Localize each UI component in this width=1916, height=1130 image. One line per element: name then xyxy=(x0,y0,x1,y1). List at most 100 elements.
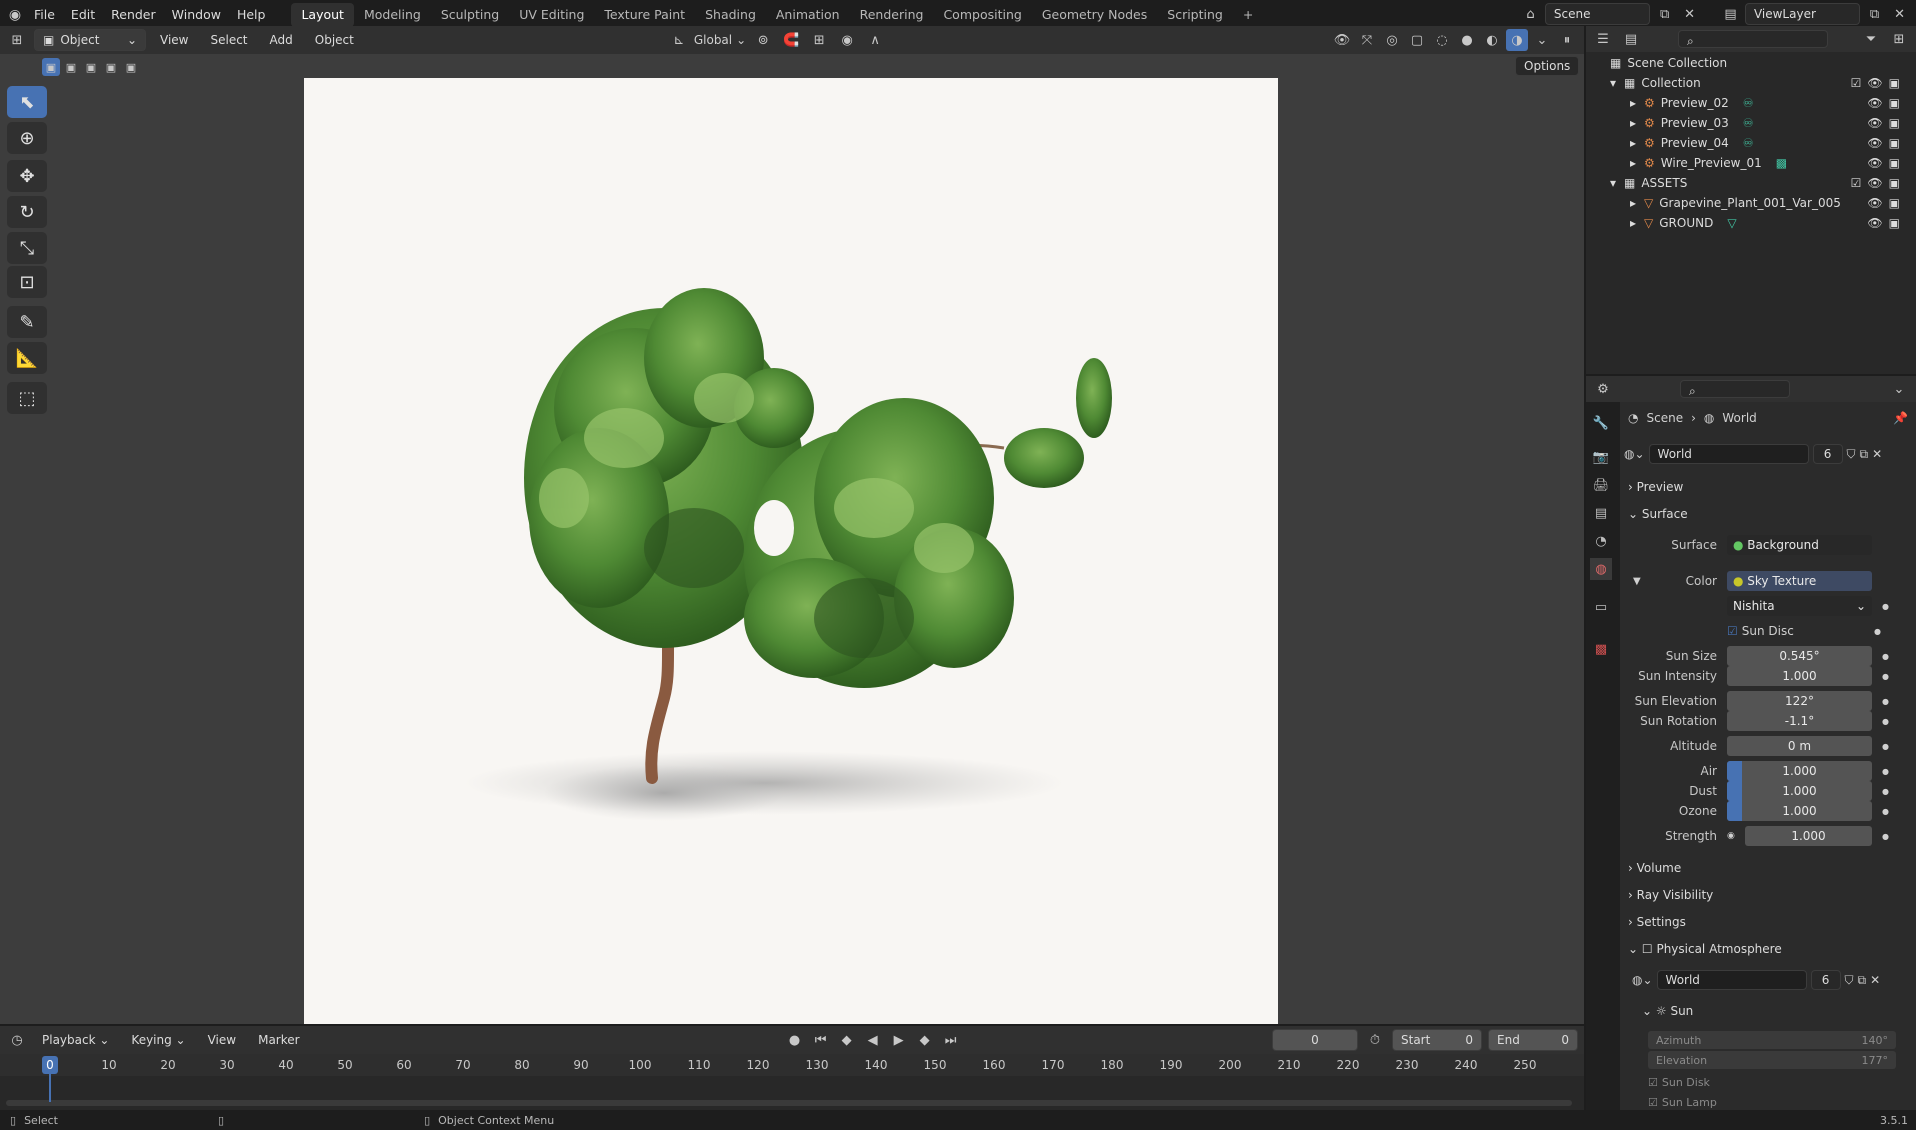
viewport[interactable]: ▣ ▣ ▣ ▣ ▣ Options xyxy=(0,54,1584,1024)
eye-icon[interactable]: 👁 xyxy=(1867,116,1882,130)
menu-view[interactable]: View xyxy=(152,29,196,51)
material-shading-icon[interactable]: ◐ xyxy=(1481,29,1503,51)
camera-icon[interactable]: ▣ xyxy=(1889,76,1900,90)
pin-icon[interactable]: 📌 xyxy=(1893,411,1908,425)
transform-tool[interactable]: ⊡ xyxy=(7,266,47,298)
checkbox-icon[interactable]: ☐ xyxy=(1642,942,1657,956)
camera-icon[interactable]: ▣ xyxy=(1889,96,1900,110)
select-extend-icon[interactable]: ▣ xyxy=(62,58,80,76)
keyframe-dot-icon[interactable]: ● xyxy=(1874,627,1881,636)
tab-shading[interactable]: Shading xyxy=(695,3,766,27)
tab-modeling[interactable]: Modeling xyxy=(354,3,431,27)
menu-object[interactable]: Object xyxy=(307,29,362,51)
tab-render[interactable]: 📷 xyxy=(1590,446,1612,468)
editor-type-icon[interactable]: ⚙ xyxy=(1592,378,1614,400)
delete-viewlayer-icon[interactable]: ✕ xyxy=(1889,3,1910,25)
properties-search[interactable]: ⌕ xyxy=(1680,380,1790,398)
gizmo-icon[interactable]: ⤧ xyxy=(1356,29,1378,51)
surface-shader-field[interactable]: ● Background xyxy=(1727,535,1872,555)
start-frame-field[interactable]: Start 0 xyxy=(1392,1029,1482,1051)
move-tool[interactable]: ✥ xyxy=(7,160,47,192)
tab-collection[interactable]: ▭ xyxy=(1590,596,1612,618)
chevron-down-icon[interactable]: ⌄ xyxy=(1888,378,1910,400)
scale-tool[interactable]: ⤡ xyxy=(7,232,47,264)
xray-icon[interactable]: ▢ xyxy=(1406,29,1428,51)
tab-scripting[interactable]: Scripting xyxy=(1157,3,1233,27)
filter-icon[interactable]: ⏷ xyxy=(1860,28,1882,50)
overlay-icon[interactable]: ◎ xyxy=(1381,29,1403,51)
camera-icon[interactable]: ▣ xyxy=(1889,156,1900,170)
elevation-field[interactable]: Elevation 177° xyxy=(1648,1051,1896,1069)
chevron-down-icon[interactable]: ⌄ xyxy=(1531,29,1553,51)
close-icon[interactable]: ✕ xyxy=(1870,973,1880,987)
select-subtract-icon[interactable]: ▣ xyxy=(82,58,100,76)
outliner-item-ground[interactable]: ▸ ▽ GROUND ▽ 👁 ▣ xyxy=(1588,213,1908,233)
prop-value-field[interactable]: 1.000 xyxy=(1727,761,1872,781)
prop-value-field[interactable]: 122° xyxy=(1727,691,1872,711)
tab-output[interactable]: 🖨 xyxy=(1590,474,1612,496)
eye-icon[interactable]: 👁 xyxy=(1867,76,1882,90)
timeline-scrollbar[interactable] xyxy=(6,1100,1572,1106)
strength-field[interactable]: 1.000 xyxy=(1745,826,1872,846)
eye-icon[interactable]: 👁 xyxy=(1867,136,1882,150)
sky-type-dropdown[interactable]: Nishita ⌄ xyxy=(1727,596,1872,616)
keyframe-dot-icon[interactable]: ● xyxy=(1882,767,1889,776)
annotate-tool[interactable]: ✎ xyxy=(7,306,47,338)
keyframe-dot-icon[interactable]: ● xyxy=(1882,672,1889,681)
display-mode-icon[interactable]: ▤ xyxy=(1620,28,1642,50)
tab-view-layer[interactable]: ▤ xyxy=(1590,502,1612,524)
menu-keying[interactable]: Keying ⌄ xyxy=(123,1029,193,1051)
keyframe-dot-icon[interactable]: ● xyxy=(1882,832,1889,841)
outliner-search[interactable]: ⌕ xyxy=(1678,30,1828,48)
eye-icon[interactable]: 👁 xyxy=(1867,216,1882,230)
eye-icon[interactable]: 👁 xyxy=(1867,96,1882,110)
tab-animation[interactable]: Animation xyxy=(766,3,850,27)
section-volume[interactable]: › Volume xyxy=(1628,856,1910,880)
outliner-item-wire-preview-01[interactable]: ▸ ⚙ Wire_Preview_01 ▩ 👁 ▣ xyxy=(1588,153,1908,173)
outliner-item-preview-02[interactable]: ▸ ⚙ Preview_02 ♾ 👁 ▣ xyxy=(1588,93,1908,113)
camera-icon[interactable]: ▣ xyxy=(1889,136,1900,150)
tab-tool[interactable]: 🔧 xyxy=(1590,412,1612,434)
rendered-shading-icon[interactable]: ◑ xyxy=(1506,29,1528,51)
current-frame-field[interactable]: 0 xyxy=(1272,1029,1358,1051)
tab-world[interactable]: ◍ xyxy=(1590,558,1612,580)
cursor-tool[interactable]: ⊕ xyxy=(7,122,47,154)
end-frame-field[interactable]: End 0 xyxy=(1488,1029,1578,1051)
camera-icon[interactable]: ▣ xyxy=(1889,176,1900,190)
scene-name-field[interactable]: Scene xyxy=(1544,3,1651,25)
viewlayer-selector[interactable]: ▤ ViewLayer ⧉ ✕ xyxy=(1720,3,1910,25)
checkbox-icon[interactable]: ☑ xyxy=(1851,176,1862,190)
outliner-item-preview-03[interactable]: ▸ ⚙ Preview_03 ♾ 👁 ▣ xyxy=(1588,113,1908,133)
new-scene-icon[interactable]: ⧉ xyxy=(1654,3,1675,25)
section-sun[interactable]: ⌄ ☼ Sun xyxy=(1642,999,1916,1023)
tab-texture[interactable]: ▩ xyxy=(1590,638,1612,660)
eye-icon[interactable]: 👁 xyxy=(1867,196,1882,210)
eye-icon[interactable]: 👁 xyxy=(1867,176,1882,190)
delete-scene-icon[interactable]: ✕ xyxy=(1679,3,1700,25)
prop-value-field[interactable]: 1.000 xyxy=(1727,666,1872,686)
section-surface[interactable]: ⌄ Surface xyxy=(1628,502,1910,526)
play-reverse-icon[interactable]: ◀ xyxy=(862,1029,884,1051)
snap-icon[interactable]: 🧲 xyxy=(780,29,802,51)
keyframe-dot-icon[interactable]: ● xyxy=(1882,787,1889,796)
prop-value-field[interactable]: 1.000 xyxy=(1727,801,1872,821)
select-invert-icon[interactable]: ▣ xyxy=(102,58,120,76)
next-keyframe-icon[interactable]: ◆ xyxy=(914,1029,936,1051)
fake-user-icon[interactable]: ⛉ xyxy=(1845,973,1854,988)
menu-playback[interactable]: Playback ⌄ xyxy=(34,1029,117,1051)
menu-add[interactable]: Add xyxy=(262,29,301,51)
fake-user-icon[interactable]: ⛉ xyxy=(1847,447,1856,462)
sun-lamp-row[interactable]: ☑ Sun Lamp xyxy=(1648,1093,1717,1111)
add-workspace-icon[interactable]: + xyxy=(1233,3,1263,27)
pivot-icon[interactable]: ⊚ xyxy=(752,29,774,51)
world-users-count[interactable]: 6 xyxy=(1812,444,1843,464)
world-name-field[interactable]: World xyxy=(1648,444,1809,464)
checkbox-icon[interactable]: ☑ xyxy=(1648,1096,1658,1109)
tab-scene[interactable]: ◔ xyxy=(1590,530,1612,552)
section-settings[interactable]: › Settings xyxy=(1628,910,1910,934)
outliner-item-collection[interactable]: ▾ ▦ Collection ☑ 👁 ▣ xyxy=(1588,73,1908,93)
options-button[interactable]: Options xyxy=(1515,56,1580,76)
editor-type-icon[interactable]: ◷ xyxy=(6,1029,28,1051)
tab-layout[interactable]: Layout xyxy=(291,3,354,27)
tab-sculpting[interactable]: Sculpting xyxy=(431,3,509,27)
